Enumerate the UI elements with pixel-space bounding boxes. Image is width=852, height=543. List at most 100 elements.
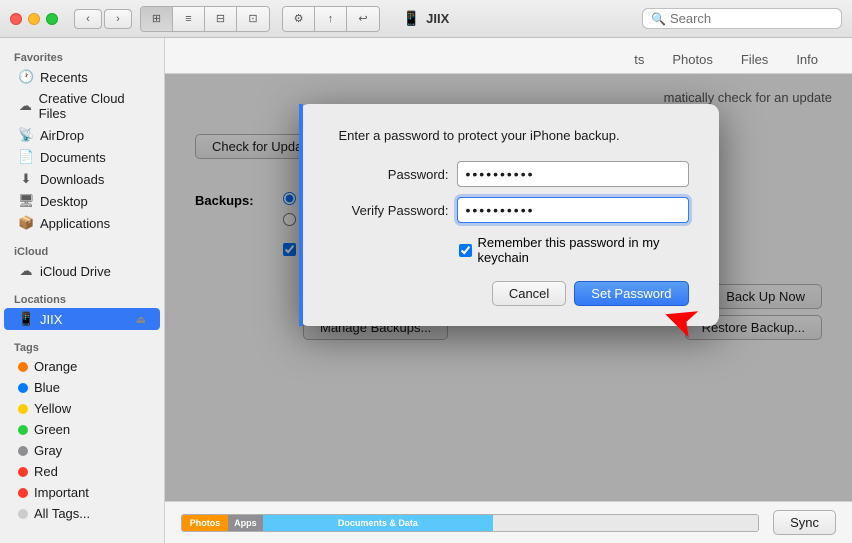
sidebar-item-recents[interactable]: 🕐 Recents xyxy=(4,66,160,88)
sidebar-label-all-tags: All Tags... xyxy=(34,506,90,521)
remember-label: Remember this password in my keychain xyxy=(478,235,689,265)
all-tags-dot xyxy=(18,509,28,519)
sidebar-label-recents: Recents xyxy=(40,70,88,85)
iphone-icon: 📱 xyxy=(403,10,420,27)
maximize-button[interactable] xyxy=(46,13,58,25)
sidebar-item-tag-blue[interactable]: Blue xyxy=(4,377,160,398)
tag-button[interactable]: ↩ xyxy=(347,7,379,31)
share-button[interactable]: ↑ xyxy=(315,7,347,31)
sidebar-item-creative-cloud[interactable]: ☁ Creative Cloud Files xyxy=(4,88,160,124)
sidebar-label-airdrop: AirDrop xyxy=(40,128,84,143)
remember-checkbox[interactable] xyxy=(459,244,472,257)
search-icon: 🔍 xyxy=(651,12,666,26)
eject-icon[interactable]: ⏏ xyxy=(136,313,146,326)
sidebar-item-tag-green[interactable]: Green xyxy=(4,419,160,440)
sidebar-label-documents: Documents xyxy=(40,150,106,165)
sidebar-item-jiix[interactable]: 📱 JIIX ⏏ xyxy=(4,308,160,330)
green-dot xyxy=(18,425,28,435)
tab-ts[interactable]: ts xyxy=(620,46,658,73)
jiix-icon: 📱 xyxy=(18,311,34,327)
sidebar-item-tag-important[interactable]: Important xyxy=(4,482,160,503)
bottom-bar: Photos Apps Documents & Data Sync xyxy=(165,501,852,543)
yellow-dot xyxy=(18,404,28,414)
window-title: JIIX xyxy=(426,11,449,26)
back-button[interactable]: ‹ xyxy=(74,9,102,29)
sidebar-item-airdrop[interactable]: 📡 AirDrop xyxy=(4,124,160,146)
creative-cloud-icon: ☁ xyxy=(18,98,33,114)
applications-icon: 📦 xyxy=(18,215,34,231)
cancel-button[interactable]: Cancel xyxy=(492,281,566,306)
password-label: Password: xyxy=(329,167,449,182)
password-input[interactable] xyxy=(457,161,689,187)
sidebar-label-gray: Gray xyxy=(34,443,62,458)
apps-segment: Apps xyxy=(228,515,263,531)
icloud-drive-icon: ☁ xyxy=(18,263,34,279)
sidebar-label-red: Red xyxy=(34,464,58,479)
password-field-row: Password: xyxy=(329,161,689,187)
sidebar-label-important: Important xyxy=(34,485,89,500)
search-bar[interactable]: 🔍 xyxy=(642,8,842,29)
sidebar-item-downloads[interactable]: ⬇ Downloads xyxy=(4,168,160,190)
forward-button[interactable]: › xyxy=(104,9,132,29)
modal-title: Enter a password to protect your iPhone … xyxy=(329,128,689,143)
column-view-button[interactable]: ⊟ xyxy=(205,7,237,31)
remember-checkbox-row: Remember this password in my keychain xyxy=(329,235,689,265)
tab-photos[interactable]: Photos xyxy=(658,46,726,73)
free-segment xyxy=(493,515,758,531)
blue-dot xyxy=(18,383,28,393)
tab-info[interactable]: Info xyxy=(782,46,832,73)
gray-dot xyxy=(18,446,28,456)
favorites-section-title: Favorites xyxy=(0,46,164,66)
traffic-lights xyxy=(10,13,58,25)
set-password-button[interactable]: Set Password xyxy=(574,281,688,306)
modal-buttons: Cancel Set Password xyxy=(329,281,689,306)
recents-icon: 🕐 xyxy=(18,69,34,85)
locations-section-title: Locations xyxy=(0,288,164,308)
sidebar-item-tag-yellow[interactable]: Yellow xyxy=(4,398,160,419)
list-view-button[interactable]: ≡ xyxy=(173,7,205,31)
airdrop-icon: 📡 xyxy=(18,127,34,143)
sidebar-item-tag-orange[interactable]: Orange xyxy=(4,356,160,377)
sidebar: Favorites 🕐 Recents ☁ Creative Cloud Fil… xyxy=(0,38,165,543)
view-button-group: ⊞ ≡ ⊟ ⊡ xyxy=(140,6,270,32)
minimize-button[interactable] xyxy=(28,13,40,25)
desktop-icon: 🖥 xyxy=(18,193,34,209)
verify-field-row: Verify Password: xyxy=(329,197,689,223)
icloud-section-title: iCloud xyxy=(0,240,164,260)
action-button-group: ⚙ ↑ ↩ xyxy=(282,6,380,32)
red-dot xyxy=(18,467,28,477)
sidebar-item-desktop[interactable]: 🖥 Desktop xyxy=(4,190,160,212)
tabs-bar: ts Photos Files Info xyxy=(165,38,852,74)
docs-segment: Documents & Data xyxy=(263,515,493,531)
sidebar-label-icloud-drive: iCloud Drive xyxy=(40,264,111,279)
sidebar-label-downloads: Downloads xyxy=(40,172,104,187)
search-input[interactable] xyxy=(670,11,833,26)
sidebar-item-tag-red[interactable]: Red xyxy=(4,461,160,482)
sidebar-item-icloud-drive[interactable]: ☁ iCloud Drive xyxy=(4,260,160,282)
title-bar: ‹ › ⊞ ≡ ⊟ ⊡ ⚙ ↑ ↩ 📱 JIIX 🔍 xyxy=(0,0,852,38)
sidebar-label-green: Green xyxy=(34,422,70,437)
modal-accent xyxy=(299,104,303,326)
verify-input[interactable] xyxy=(457,197,689,223)
sync-button[interactable]: Sync xyxy=(773,510,836,535)
gallery-view-button[interactable]: ⊡ xyxy=(237,7,269,31)
sidebar-item-documents[interactable]: 📄 Documents xyxy=(4,146,160,168)
nav-buttons: ‹ › xyxy=(74,9,132,29)
main-content-area: matically check for an update Check for … xyxy=(165,74,852,501)
storage-bar: Photos Apps Documents & Data xyxy=(181,514,759,532)
sidebar-item-tag-gray[interactable]: Gray xyxy=(4,440,160,461)
window-title-area: 📱 JIIX xyxy=(403,10,450,27)
content-area: ts Photos Files Info matically check for… xyxy=(165,38,852,543)
documents-icon: 📄 xyxy=(18,149,34,165)
tab-files[interactable]: Files xyxy=(727,46,782,73)
close-button[interactable] xyxy=(10,13,22,25)
icon-view-button[interactable]: ⊞ xyxy=(141,7,173,31)
important-dot xyxy=(18,488,28,498)
downloads-icon: ⬇ xyxy=(18,171,34,187)
sidebar-item-applications[interactable]: 📦 Applications xyxy=(4,212,160,234)
arrange-button[interactable]: ⚙ xyxy=(283,7,315,31)
sidebar-label-creative-cloud: Creative Cloud Files xyxy=(39,91,146,121)
sidebar-item-all-tags[interactable]: All Tags... xyxy=(4,503,160,524)
modal-overlay: Enter a password to protect your iPhone … xyxy=(165,74,852,501)
photos-segment: Photos xyxy=(182,515,228,531)
